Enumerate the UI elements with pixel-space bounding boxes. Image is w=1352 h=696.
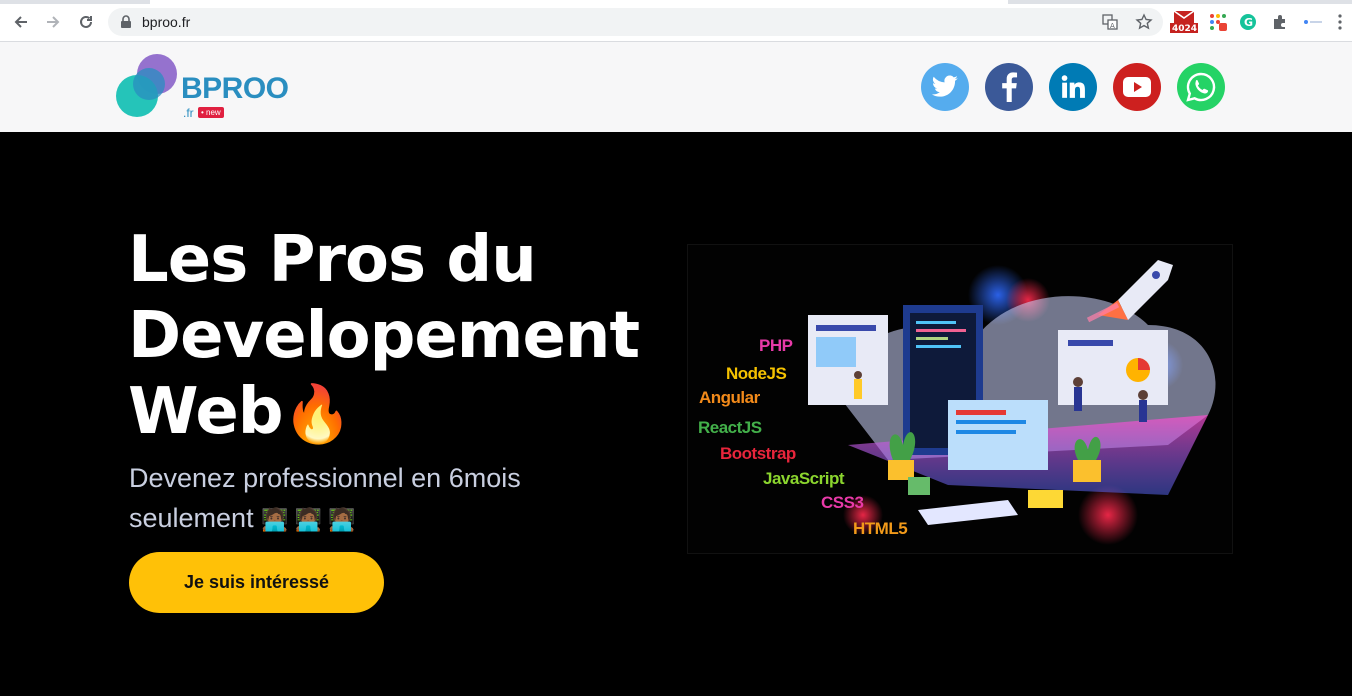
tech-label: Angular <box>699 388 760 407</box>
tech-label: ReactJS <box>698 418 762 437</box>
tech-label: NodeJS <box>726 364 787 383</box>
address-bar[interactable]: bproo.fr A <box>108 8 1163 36</box>
linkedin-button[interactable] <box>1049 63 1097 111</box>
tech-label: HTML5 <box>853 519 908 538</box>
svg-text:A: A <box>1110 22 1115 30</box>
gmail-count-badge: 40241 <box>1172 24 1204 34</box>
apps-extension-icon[interactable] <box>1207 11 1229 33</box>
forward-button[interactable] <box>42 11 64 33</box>
svg-text:G: G <box>1244 16 1253 29</box>
twitter-icon <box>931 75 958 97</box>
twitter-button[interactable] <box>921 63 969 111</box>
logo-domain: .fr <box>183 106 194 120</box>
subtitle-line: seulement <box>129 503 254 533</box>
hero-subtitle: Devenez professionnel en 6mois seulement… <box>129 458 649 540</box>
fire-emoji-icon: 🔥 <box>282 382 353 447</box>
puzzle-icon[interactable] <box>1270 11 1290 33</box>
dev-scene-illustration <box>808 260 1216 545</box>
menu-kebab-icon[interactable] <box>1334 11 1346 33</box>
arrow-left-icon <box>14 16 27 28</box>
url-text: bproo.fr <box>142 14 191 30</box>
logo-circles-icon <box>116 54 177 117</box>
youtube-icon <box>1123 77 1151 97</box>
interested-button[interactable]: Je suis intéressé <box>129 552 384 613</box>
reload-icon <box>80 15 92 28</box>
tech-label: CSS3 <box>821 493 864 512</box>
grammarly-icon[interactable]: G <box>1238 11 1258 33</box>
hero-title-line: Les Pros du <box>128 223 537 297</box>
tech-label: PHP <box>759 336 793 355</box>
new-badge: • new <box>198 107 224 118</box>
profile-icon[interactable] <box>1302 11 1324 33</box>
tech-label: Bootstrap <box>720 444 796 463</box>
subtitle-line: Devenez professionnel en 6mois <box>129 463 521 493</box>
facebook-icon <box>1002 72 1018 102</box>
reload-button[interactable] <box>75 11 97 33</box>
hero-title-line: Developement <box>128 299 640 373</box>
youtube-button[interactable] <box>1113 63 1161 111</box>
gmail-extension-icon[interactable]: 40241 <box>1170 10 1203 34</box>
whatsapp-icon <box>1186 72 1216 102</box>
translate-icon: A <box>1102 14 1118 30</box>
facebook-button[interactable] <box>985 63 1033 111</box>
logo-text: BPROO <box>181 72 289 105</box>
browser-toolbar: bproo.fr A 40241 G <box>0 0 1352 42</box>
lock-icon <box>121 15 131 28</box>
hero-illustration: PHP NodeJS Angular ReactJS Bootstrap Jav… <box>687 244 1233 554</box>
whatsapp-button[interactable] <box>1177 63 1225 111</box>
tab-strip <box>0 0 1352 4</box>
hero-title-line: Web🔥 <box>128 375 353 449</box>
hero-title: Les Pros du Developement Web🔥 <box>128 222 648 453</box>
logo[interactable]: BPROO .fr • new <box>115 52 305 122</box>
arrow-right-icon <box>47 16 60 28</box>
technologist-emoji-icon: 🧑🏾‍💻 🧑🏾‍💻 🧑🏾‍💻 <box>261 507 356 532</box>
back-button[interactable] <box>10 11 32 33</box>
star-icon <box>1135 13 1153 30</box>
tech-label: JavaScript <box>763 469 845 488</box>
linkedin-icon <box>1061 75 1085 98</box>
